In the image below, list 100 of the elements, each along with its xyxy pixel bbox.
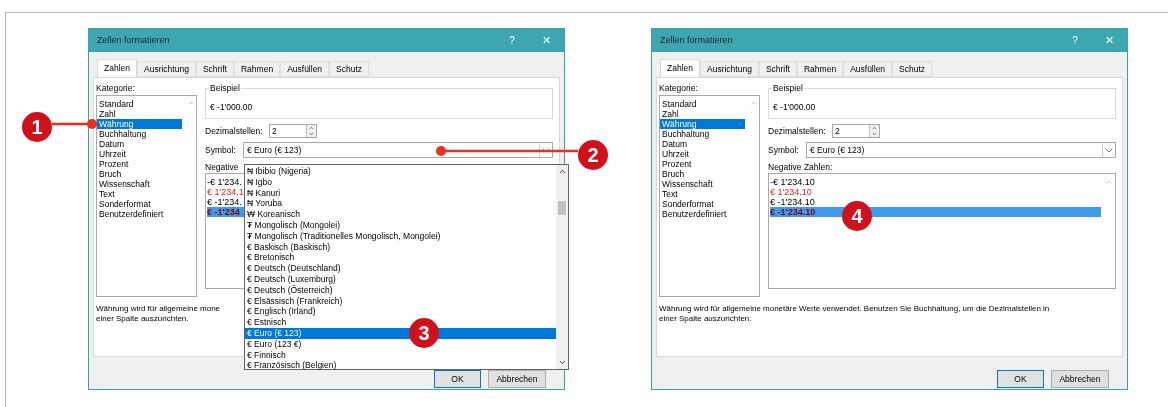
category-item[interactable]: Benutzerdefiniert — [97, 209, 182, 219]
tab[interactable]: Rahmen — [234, 61, 281, 77]
scroll-down-icon[interactable] — [557, 358, 567, 367]
dropdown-option[interactable]: € Deutsch (Luxemburg) — [245, 273, 556, 285]
spin-up-icon[interactable] — [871, 125, 878, 131]
tab[interactable]: Schrift — [195, 61, 234, 77]
scroll-up-icon[interactable] — [557, 167, 567, 176]
category-item[interactable]: Buchhaltung — [660, 129, 745, 139]
category-item[interactable]: Text — [660, 189, 745, 199]
symbol-value: € Euro (€ 123) — [247, 143, 303, 157]
symbol-combo[interactable]: € Euro (€ 123) — [243, 142, 553, 158]
dropdown-option[interactable]: € Deutsch (Deutschland) — [245, 263, 556, 274]
category-label: Kategorie: — [659, 82, 699, 95]
category-item[interactable]: Zahl — [660, 109, 745, 119]
scrollbar[interactable] — [556, 165, 568, 369]
dropdown-option[interactable]: ₦ Yoruba — [245, 198, 556, 210]
callout-number: 2 — [578, 140, 608, 170]
category-item[interactable]: Uhrzeit — [97, 149, 182, 159]
callout-number: 1 — [22, 112, 52, 142]
symbol-value: € Euro (€ 123) — [810, 143, 866, 157]
spin-down-icon[interactable] — [871, 131, 878, 137]
category-item[interactable]: Bruch — [97, 169, 182, 179]
category-item[interactable]: Buchhaltung — [97, 129, 182, 139]
negative-label: Negative Zahlen: — [768, 161, 833, 173]
category-item[interactable]: Text — [97, 189, 182, 199]
dropdown-option[interactable]: ₩ Koreanisch — [245, 209, 556, 220]
window-title: Zellen formatieren — [97, 33, 170, 47]
category-label: Kategorie: — [96, 82, 136, 95]
scroll-thumb[interactable] — [558, 201, 566, 215]
category-item[interactable]: Wissenschaft — [97, 179, 182, 189]
window-title: Zellen formatieren — [660, 33, 733, 47]
sample-label: Beispiel — [209, 83, 241, 93]
category-item[interactable]: Datum — [660, 139, 745, 149]
tab[interactable]: Zahlen — [97, 59, 137, 77]
decimals-label: Dezimalstellen: — [768, 124, 827, 138]
decimals-value: 2 — [271, 125, 278, 137]
dropdown-option[interactable]: ₮ Mongolisch (Mongolei) — [245, 220, 556, 231]
symbol-label: Symbol: — [205, 143, 237, 157]
negative-number: € -1'234.10 — [770, 207, 816, 217]
tab[interactable]: Schrift — [758, 61, 797, 77]
decimals-label: Dezimalstellen: — [205, 124, 264, 138]
tab[interactable]: Schutz — [329, 61, 370, 77]
symbol-label: Symbol: — [768, 143, 800, 157]
description-text: einer Spalte auszurichten. — [659, 314, 752, 324]
chevron-down-icon[interactable] — [539, 143, 552, 157]
category-list[interactable]: Standard Zahl Währung Buchhaltung Datum Uhrzeit Prozent Bruch Wissenschaft Text Sonderformat Benutzerdefiniert — [96, 95, 197, 297]
negative-item[interactable]: -€ 1'234.10 — [770, 177, 1115, 187]
tab[interactable]: Schutz — [892, 61, 933, 77]
chevron-down-icon[interactable] — [1102, 143, 1115, 157]
decimals-spinner[interactable]: 2 — [832, 124, 880, 138]
dialog-button[interactable]: OK — [997, 370, 1044, 388]
dropdown-option[interactable]: ₮ Mongolisch (Traditionelles Mongolisch, Mongolei) — [245, 230, 556, 242]
tab[interactable]: Ausfüllen — [280, 61, 330, 77]
tab[interactable]: Rahmen — [797, 61, 844, 77]
category-item[interactable]: Standard — [97, 99, 182, 109]
tab[interactable]: Ausrichtung — [700, 61, 759, 77]
negative-number: € 1'234.10 — [770, 187, 812, 197]
dropdown-option[interactable]: € Baskisch (Baskisch) — [245, 241, 556, 253]
dropdown-option[interactable]: € Bretonisch — [245, 252, 556, 264]
dialog-button[interactable]: Abbrechen — [488, 370, 546, 388]
dropdown-option[interactable]: € Deutsch (Österreich) — [245, 284, 556, 296]
dropdown-option[interactable]: € Finnisch — [245, 349, 556, 361]
dropdown-option[interactable]: ₦ Igbo — [245, 176, 556, 188]
category-item[interactable]: Währung — [660, 119, 745, 129]
category-item[interactable]: Wissenschaft — [660, 179, 745, 189]
description-text: einer Spalte auszurichten. — [96, 314, 189, 324]
category-list[interactable]: Standard Zahl Währung Buchhaltung Datum Uhrzeit Prozent Bruch Wissenschaft Text Sonderformat Benutzerdefiniert — [659, 95, 760, 297]
negative-label: Negative — [205, 161, 239, 173]
tab[interactable]: Zahlen — [660, 59, 700, 77]
category-item[interactable]: Sonderformat — [660, 199, 745, 209]
dialog-button[interactable]: OK — [434, 370, 481, 388]
sample-label: Beispiel — [772, 83, 804, 93]
category-item[interactable]: Bruch — [660, 169, 745, 179]
category-item[interactable]: Prozent — [660, 159, 745, 169]
category-item[interactable]: Zahl — [97, 109, 182, 119]
description-text: Währung wird für allgemeine monetäre Werte verwendet. Benutzen Sie Buchhaltung, um die Dezimalstellen in — [659, 304, 1050, 314]
category-item[interactable]: Standard — [660, 99, 745, 109]
decimals-value: 2 — [834, 125, 841, 137]
dropdown-option[interactable]: € Elsässisch (Frankreich) — [245, 295, 556, 307]
dialog-button[interactable]: Abbrechen — [1051, 370, 1109, 388]
spin-up-icon[interactable] — [308, 125, 315, 131]
sample-value: € -1'000.00 — [210, 101, 253, 114]
tab[interactable]: Ausfüllen — [843, 61, 893, 77]
dropdown-option[interactable]: ₦ Kanuri — [245, 187, 556, 199]
category-item[interactable]: Prozent — [97, 159, 182, 169]
dropdown-option[interactable]: ₦ Ibibio (Nigeria) — [245, 166, 556, 177]
dropdown-option[interactable]: € Englisch (Irland) — [245, 306, 556, 318]
decimals-spinner[interactable]: 2 — [269, 124, 317, 138]
category-item[interactable]: Datum — [97, 139, 182, 149]
category-item[interactable]: Uhrzeit — [660, 149, 745, 159]
symbol-combo[interactable]: € Euro (€ 123) — [806, 142, 1116, 158]
negative-item[interactable]: € 1'234.10 — [770, 187, 1115, 197]
category-item[interactable]: Währung — [97, 119, 182, 129]
category-item[interactable]: Benutzerdefiniert — [660, 209, 745, 219]
tab[interactable]: Ausrichtung — [137, 61, 196, 77]
dropdown-option[interactable]: € Französisch (Belgien) — [245, 360, 556, 372]
spin-down-icon[interactable] — [308, 131, 315, 137]
category-item[interactable]: Sonderformat — [97, 199, 182, 209]
description-text: Währung wird für allgemeine mone — [96, 304, 221, 314]
dropdown-list[interactable] — [244, 164, 569, 370]
